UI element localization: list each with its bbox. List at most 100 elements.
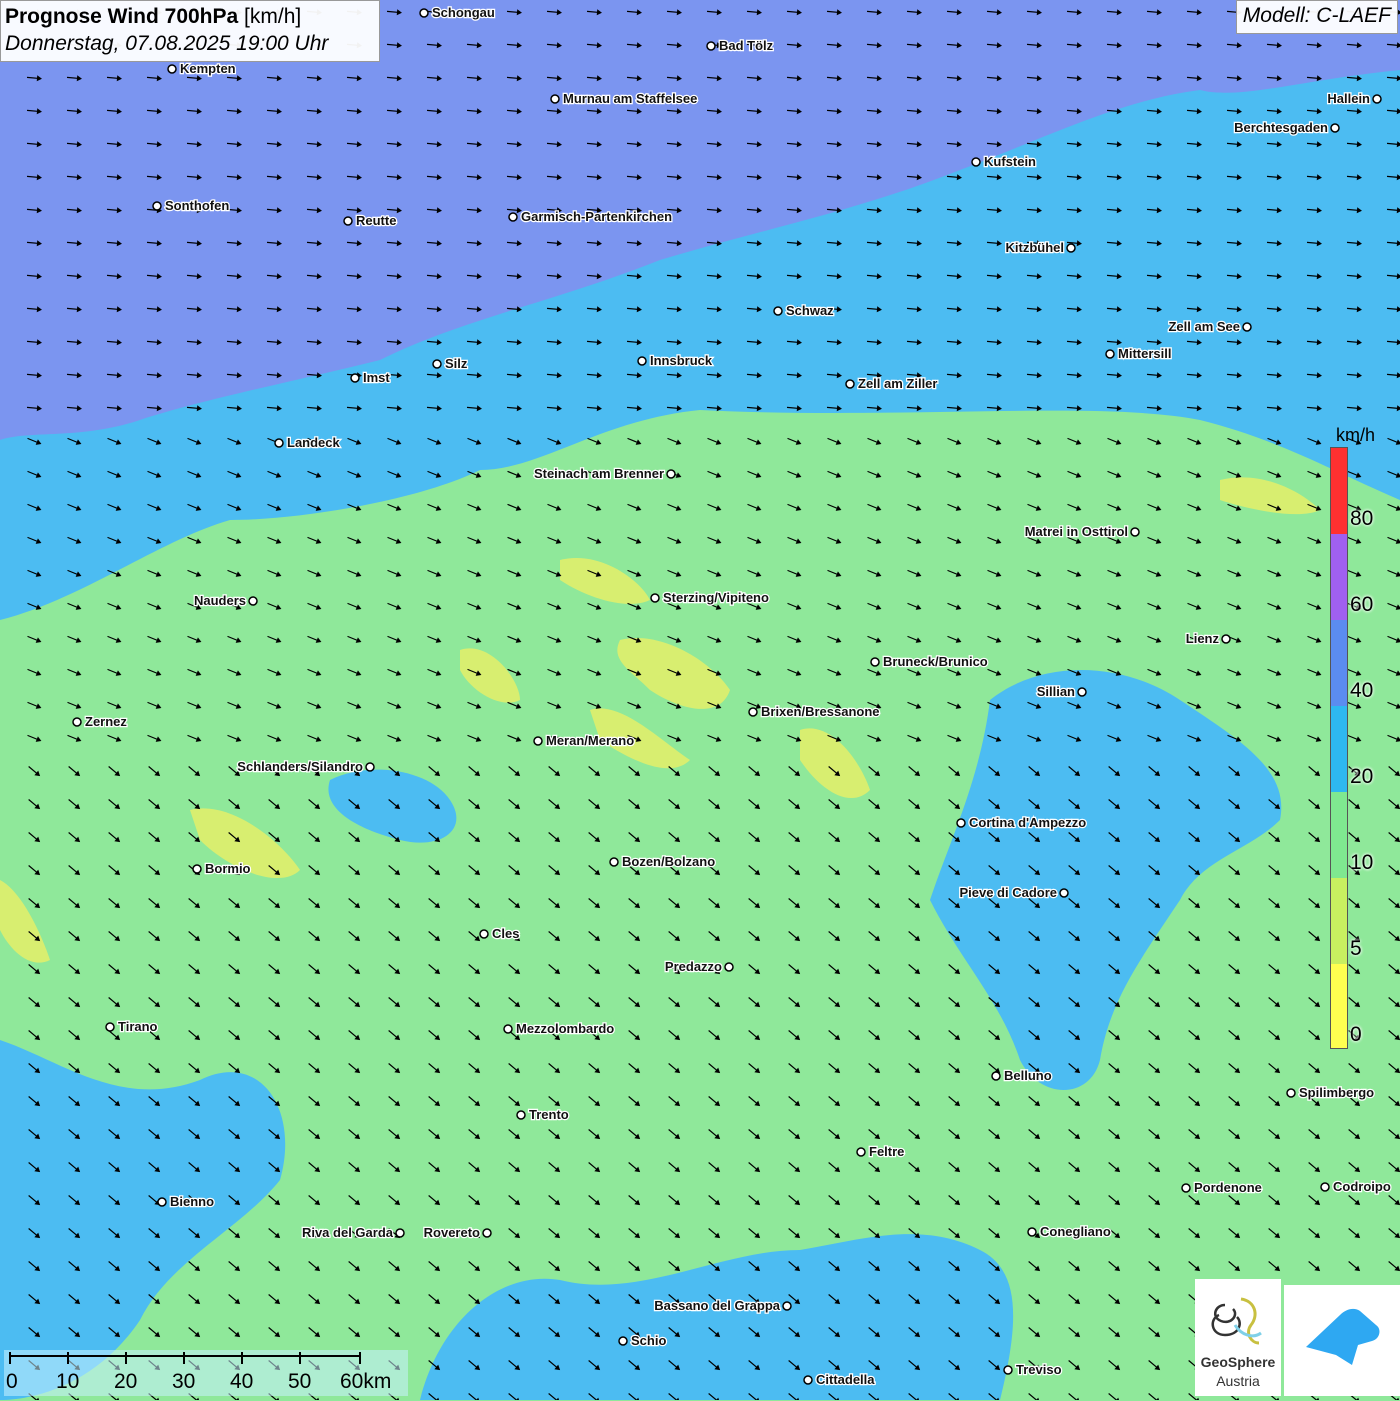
city-label: Codroipo bbox=[1333, 1179, 1391, 1194]
city-label: Schongau bbox=[432, 5, 495, 20]
city-dot bbox=[1286, 1088, 1296, 1098]
legend-unit: km/h bbox=[1336, 425, 1376, 445]
city-dot bbox=[167, 64, 177, 74]
city-label: Predazzo bbox=[665, 959, 722, 974]
weather-app-logo[interactable] bbox=[1284, 1285, 1400, 1396]
city-dot bbox=[650, 593, 660, 603]
legend-segment bbox=[1331, 964, 1347, 1048]
city-marker: Schongau bbox=[419, 4, 496, 21]
city-dot bbox=[508, 212, 518, 222]
geosphere-swirl-icon bbox=[1211, 1297, 1262, 1345]
city-marker: Sterzing/Vipiteno bbox=[650, 589, 770, 606]
city-dot bbox=[72, 717, 82, 727]
city-marker: Riva del Garda bbox=[301, 1224, 405, 1241]
city-dot bbox=[666, 469, 676, 479]
city-dot bbox=[516, 1110, 526, 1120]
logo-line1: GeoSphere bbox=[1200, 1354, 1276, 1370]
city-dot bbox=[1181, 1183, 1191, 1193]
city-label: Treviso bbox=[1016, 1362, 1062, 1377]
city-label: Steinach am Brenner bbox=[534, 466, 664, 481]
map-title-unit: [km/h] bbox=[244, 5, 302, 28]
city-dot bbox=[991, 1071, 1001, 1081]
city-label: Schio bbox=[631, 1333, 666, 1348]
wind-map: Schongau Bad Tölz Kempten Murnau am Staffel… bbox=[0, 0, 1400, 1400]
city-label: Pieve di Cadore bbox=[959, 885, 1057, 900]
city-dot bbox=[1242, 322, 1252, 332]
city-label: Bienno bbox=[170, 1194, 214, 1209]
city-marker: Mezzolombardo bbox=[503, 1020, 616, 1037]
city-dot bbox=[1320, 1182, 1330, 1192]
city-dot bbox=[482, 1228, 492, 1238]
city-marker: Garmisch-Partenkirchen bbox=[508, 208, 673, 225]
city-dot bbox=[845, 379, 855, 389]
city-label: Belluno bbox=[1004, 1068, 1052, 1083]
city-label: Cles bbox=[492, 926, 519, 941]
city-marker: Zell am Ziller bbox=[845, 375, 939, 392]
city-marker: Pieve di Cadore bbox=[958, 884, 1069, 901]
city-dot bbox=[1330, 123, 1340, 133]
geosphere-logo[interactable]: GeoSphere Austria bbox=[1195, 1279, 1281, 1396]
scale-label: 10 bbox=[56, 1370, 80, 1393]
city-label: Riva del Garda bbox=[302, 1225, 394, 1240]
city-dot bbox=[1027, 1227, 1037, 1237]
city-label: Bruneck/Brunico bbox=[883, 654, 988, 669]
city-dot bbox=[748, 707, 758, 717]
legend-bar bbox=[1330, 447, 1348, 1049]
city-marker: Brixen/Bressanone bbox=[748, 703, 881, 720]
legend-segment bbox=[1331, 620, 1347, 706]
scale-bar: 0 10 20 30 40 50 60km bbox=[4, 1350, 408, 1396]
city-marker: Pordenone bbox=[1181, 1179, 1263, 1196]
title-box: Prognose Wind 700hPa [km/h] Donnerstag, … bbox=[0, 0, 380, 62]
city-dot bbox=[773, 306, 783, 316]
city-label: Feltre bbox=[869, 1144, 904, 1159]
city-label: Zell am Ziller bbox=[858, 376, 937, 391]
city-label: Innsbruck bbox=[650, 353, 713, 368]
city-label: Matrei in Osttirol bbox=[1025, 524, 1128, 539]
city-label: Trento bbox=[529, 1107, 569, 1122]
city-label: Lienz bbox=[1186, 631, 1220, 646]
city-label: Hallein bbox=[1327, 91, 1370, 106]
city-label: Kempten bbox=[180, 61, 236, 76]
scale-label: 50 bbox=[288, 1370, 312, 1393]
city-label: Pordenone bbox=[1194, 1180, 1262, 1195]
city-dot bbox=[192, 864, 202, 874]
city-marker: Bozen/Bolzano bbox=[609, 853, 716, 870]
city-dot bbox=[350, 373, 360, 383]
legend-segment bbox=[1331, 878, 1347, 964]
city-dot bbox=[395, 1228, 405, 1238]
legend-tick: 5 bbox=[1350, 937, 1362, 960]
city-dot bbox=[152, 201, 162, 211]
legend-segment bbox=[1331, 448, 1347, 534]
map-title-main: Prognose Wind 700hPa bbox=[5, 5, 239, 28]
city-dot bbox=[105, 1022, 115, 1032]
city-label: Imst bbox=[363, 370, 390, 385]
city-label: Silz bbox=[445, 356, 468, 371]
city-marker: Steinach am Brenner bbox=[533, 465, 676, 482]
legend-tick: 80 bbox=[1350, 507, 1374, 530]
city-marker: Bruneck/Brunico bbox=[870, 653, 989, 670]
app-cloud-icon bbox=[1306, 1308, 1380, 1365]
city-dot bbox=[1066, 243, 1076, 253]
city-label: Zernez bbox=[85, 714, 127, 729]
city-dot bbox=[1221, 634, 1231, 644]
city-label: Bormio bbox=[205, 861, 251, 876]
city-label: Garmisch-Partenkirchen bbox=[521, 209, 672, 224]
city-label: Cortina d'Ampezzo bbox=[969, 815, 1086, 830]
city-label: Nauders bbox=[194, 593, 246, 608]
city-label: Mittersill bbox=[1118, 346, 1171, 361]
city-label: Kitzbühel bbox=[1006, 240, 1065, 255]
legend-tick: 60 bbox=[1350, 593, 1374, 616]
city-label: Tirano bbox=[118, 1019, 158, 1034]
map-title: Prognose Wind 700hPa [km/h] bbox=[5, 4, 375, 30]
city-label: Schlanders/Silandro bbox=[237, 759, 363, 774]
city-dot bbox=[479, 929, 489, 939]
scale-label: 0 bbox=[6, 1370, 18, 1393]
city-dot bbox=[1130, 527, 1140, 537]
city-dot bbox=[1105, 349, 1115, 359]
city-label: Sonthofen bbox=[165, 198, 229, 213]
city-dot bbox=[503, 1024, 513, 1034]
city-label: Schwaz bbox=[786, 303, 834, 318]
city-dot bbox=[609, 857, 619, 867]
scale-label: 40 bbox=[230, 1370, 254, 1393]
model-label: Modell: C-LAEF bbox=[1235, 0, 1398, 34]
